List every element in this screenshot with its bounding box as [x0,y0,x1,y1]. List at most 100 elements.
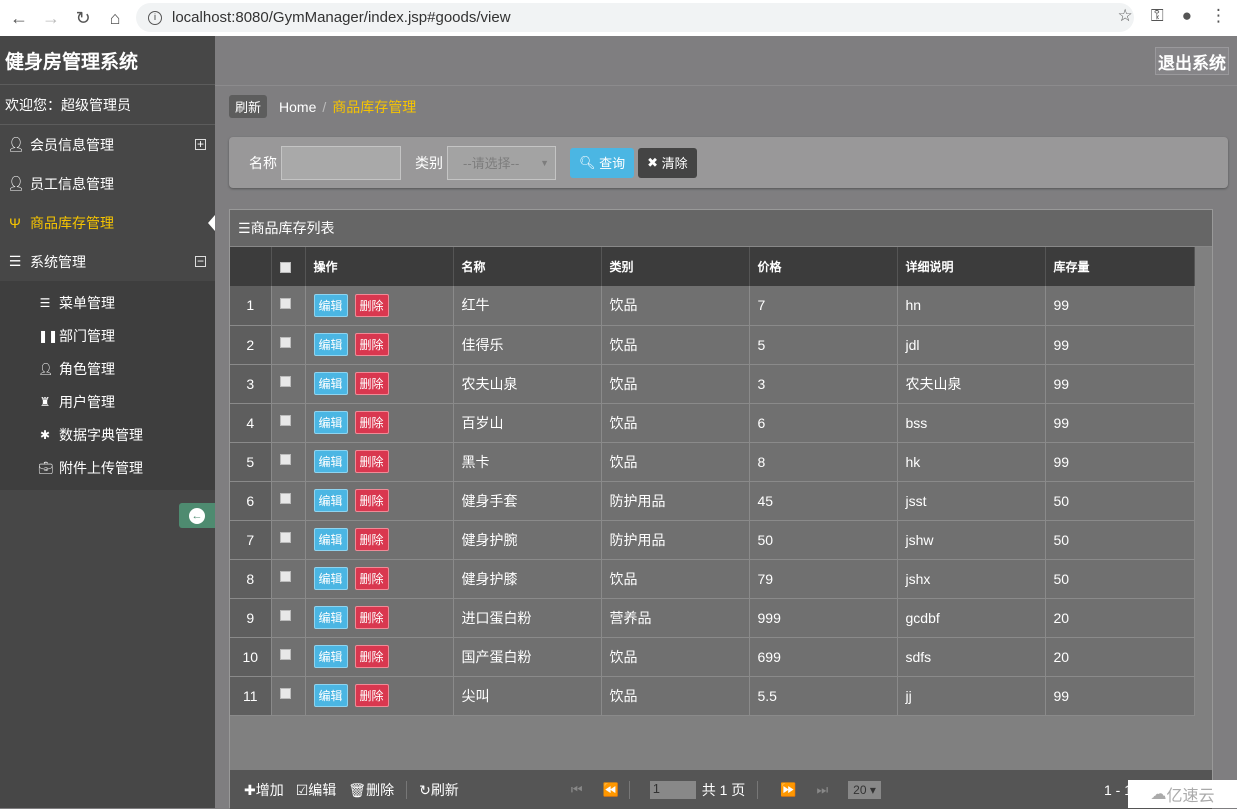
edit-button[interactable]: ☑编辑 [296,780,337,800]
refresh-button[interactable]: ↻刷新 [419,780,459,800]
submenu-item-dictionary[interactable]: ✱ 数据字典管理 [0,418,215,451]
collapse-icon[interactable]: − [195,255,206,267]
delete-row-button[interactable]: 删除 [354,528,389,551]
query-button[interactable]: 🔍︎ 查询 [570,147,635,178]
asterisk-icon: ✱ [39,427,51,442]
row-checkbox[interactable] [279,337,291,349]
delete-button[interactable]: 🗑︎删除 [348,780,394,800]
table-row[interactable]: 3 编辑 删除 农夫山泉 饮品 3 农夫山泉 99 [230,364,1195,404]
goods-name-cell: 进口蛋白粉 [453,598,602,638]
submenu-item-department[interactable]: ❚❚ 部门管理 [0,319,215,352]
breadcrumb-home[interactable]: Home [279,99,316,115]
edit-row-button[interactable]: 编辑 [313,684,348,707]
welcome-text: 欢迎您：超级管理员 [0,85,215,125]
table-row[interactable]: 2 编辑 删除 佳得乐 饮品 5 jdl 99 [230,325,1195,365]
delete-row-button[interactable]: 删除 [354,450,389,473]
delete-row-button[interactable]: 删除 [354,567,389,590]
delete-row-button[interactable]: 删除 [354,606,389,629]
column-header[interactable]: 操作 [305,247,454,286]
sidebar-item-system[interactable]: ☰ 系统管理 − [0,242,215,281]
forward-icon[interactable]: → [38,8,64,29]
delete-row-button[interactable]: 删除 [354,684,389,707]
delete-row-button[interactable]: 删除 [354,645,389,668]
home-icon[interactable]: ⌂ [102,8,128,29]
edit-row-button[interactable]: 编辑 [313,528,348,551]
category-select[interactable]: --请选择-- ▼ [447,145,556,180]
last-page-icon[interactable]: ⏭ [816,782,828,798]
table-row[interactable]: 6 编辑 删除 健身手套 防护用品 45 jsst 50 [230,481,1195,521]
goods-detail-cell: sdfs [897,637,1046,677]
reload-icon[interactable]: ↻ [70,8,96,29]
table-row[interactable]: 8 编辑 删除 健身护膝 饮品 79 jshx 50 [230,559,1195,599]
refresh-button[interactable]: 刷新 [229,95,268,118]
row-checkbox[interactable] [279,415,291,427]
delete-row-button[interactable]: 删除 [354,411,389,434]
submenu-item-menu[interactable]: ☰ 菜单管理 [0,286,215,319]
column-header[interactable]: 名称 [453,247,602,286]
row-checkbox[interactable] [279,571,291,583]
column-header[interactable]: 详细说明 [897,247,1046,286]
delete-row-button[interactable]: 删除 [354,489,389,512]
row-checkbox[interactable] [279,649,291,661]
key-icon[interactable]: ⚿ [1151,6,1164,26]
edit-row-button[interactable]: 编辑 [313,606,348,629]
account-icon[interactable]: ● [1182,6,1192,26]
row-checkbox[interactable] [279,493,291,505]
delete-row-button[interactable]: 删除 [354,293,389,317]
query-label: 查询 [599,156,626,171]
column-header[interactable]: 类别 [601,247,750,286]
expand-icon[interactable]: + [195,138,206,150]
submenu-item-attachment[interactable]: 💼︎ 附件上传管理 [0,451,215,484]
prev-page-icon[interactable]: ⏪ [603,782,619,798]
address-bar[interactable]: i localhost:8080/GymManager/index.jsp#goo… [136,3,1134,32]
collapse-sidebar-button[interactable]: ← [179,503,215,528]
edit-row-button[interactable]: 编辑 [313,372,348,395]
delete-row-button[interactable]: 删除 [354,372,389,395]
first-page-icon[interactable]: ⏮ [571,782,583,798]
edit-row-button[interactable]: 编辑 [313,450,348,473]
menu-icon[interactable]: ⋮ [1210,6,1227,26]
info-icon[interactable]: i [148,10,162,25]
row-checkbox[interactable] [279,297,291,309]
table-row[interactable]: 5 编辑 删除 黑卡 饮品 8 hk 99 [230,442,1195,482]
submenu-item-user[interactable]: ♜ 用户管理 [0,385,215,418]
row-checkbox[interactable] [279,610,291,622]
clear-button[interactable]: ✖ 清除 [638,147,697,178]
submenu-item-role[interactable]: 👤︎ 角色管理 [0,352,215,385]
goods-stock-cell: 20 [1045,637,1195,677]
page-size-select[interactable]: 20 ▾ [848,780,881,799]
sidebar-item-members[interactable]: 👤︎ 会员信息管理 + [0,125,215,164]
row-checkbox[interactable] [279,532,291,544]
edit-icon: ☑ [295,781,309,798]
edit-row-button[interactable]: 编辑 [313,567,348,590]
table-row[interactable]: 4 编辑 删除 百岁山 饮品 6 bss 99 [230,403,1195,443]
next-page-icon[interactable]: ⏩ [780,782,796,798]
delete-row-button[interactable]: 删除 [354,333,389,356]
column-header[interactable]: 库存量 [1045,247,1195,286]
table-row[interactable]: 1 编辑 删除 红牛 饮品 7 hn 99 [230,286,1195,326]
logout-button[interactable]: 退出系统 [1155,47,1229,75]
table-row[interactable]: 7 编辑 删除 健身护腕 防护用品 50 jshw 50 [230,520,1195,560]
table-row[interactable]: 11 编辑 删除 尖叫 饮品 5.5 jj 99 [230,676,1195,716]
table-row[interactable]: 10 编辑 删除 国产蛋白粉 饮品 699 sdfs 20 [230,637,1195,677]
row-select [271,286,306,326]
select-all-checkbox[interactable] [279,261,291,273]
page-input[interactable]: 1 [649,780,696,799]
back-icon[interactable]: ← [6,8,32,29]
edit-row-button[interactable]: 编辑 [313,411,348,434]
edit-row-button[interactable]: 编辑 [313,489,348,512]
name-input[interactable] [281,145,401,180]
sidebar-item-goods[interactable]: Ψ 商品库存管理 [0,203,215,242]
edit-row-button[interactable]: 编辑 [313,293,348,317]
add-button[interactable]: ✚增加 [244,780,284,800]
edit-row-button[interactable]: 编辑 [313,645,348,668]
row-checkbox[interactable] [279,688,291,700]
sidebar-item-staff[interactable]: 👤︎ 员工信息管理 [0,164,215,203]
row-index: 1 [230,286,272,326]
edit-row-button[interactable]: 编辑 [313,333,348,356]
row-checkbox[interactable] [279,376,291,388]
column-header[interactable]: 价格 [749,247,898,286]
table-row[interactable]: 9 编辑 删除 进口蛋白粉 营养品 999 gcdbf 20 [230,598,1195,638]
row-checkbox[interactable] [279,454,291,466]
star-icon[interactable]: ☆ [1118,6,1133,26]
